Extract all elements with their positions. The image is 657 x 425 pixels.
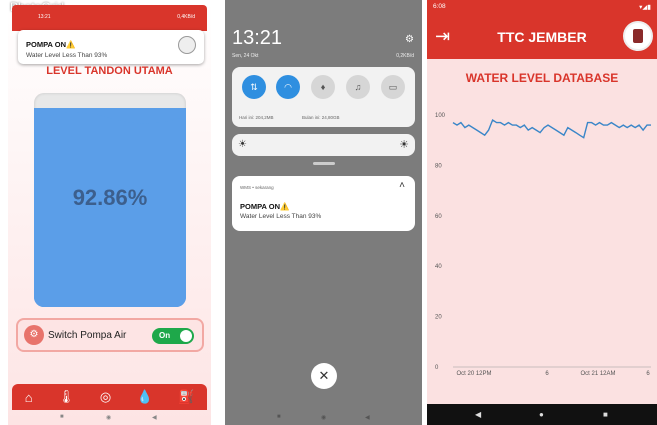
- wifi-icon[interactable]: ◠: [276, 75, 300, 99]
- fuel-icon[interactable]: ⛽: [178, 389, 194, 405]
- gauge-icon[interactable]: ◎: [100, 389, 111, 405]
- page-heading: WATER LEVEL DATABASE: [465, 71, 619, 85]
- logo: [623, 21, 653, 51]
- home-button[interactable]: ●: [539, 410, 544, 419]
- page-title: LEVEL TANDON UTAMA: [46, 65, 173, 77]
- y-tick-label: 20: [435, 315, 442, 321]
- screen-water-database: 6:08 ▾◢▮ ⇥ TTC JEMBER WATER LEVEL DATABA…: [427, 0, 657, 425]
- notification-title: POMPA ON⚠️: [240, 202, 290, 211]
- tank-gauge: 92.86%: [34, 93, 186, 307]
- recents-button[interactable]: ■: [277, 414, 281, 420]
- status-bar: 6:08 ▾◢▮: [427, 0, 657, 14]
- y-tick-label: 60: [435, 214, 442, 220]
- flashlight-icon[interactable]: ♦: [311, 75, 335, 99]
- notification-header: WMS • sekarang: [240, 185, 274, 190]
- pump-switch-card: ⚙ Switch Pompa Air On: [16, 318, 204, 352]
- screenshot-icon[interactable]: ▭: [381, 75, 405, 99]
- y-tick-label: 100: [435, 113, 446, 119]
- shade-date: Sen, 24 Okt: [232, 53, 259, 59]
- heads-up-notification[interactable]: POMPA ON⚠️ Water Level Less Than 93%: [18, 30, 204, 64]
- app-notification[interactable]: WMS • sekarang ˄ POMPA ON⚠️ Water Level …: [232, 176, 415, 231]
- brightness-low-icon: ☀: [238, 139, 247, 150]
- drop-icon[interactable]: 💧: [137, 389, 153, 405]
- status-time: 6:08: [433, 3, 446, 10]
- bell-icon[interactable]: ♫: [346, 75, 370, 99]
- data-toggle-icon[interactable]: ⇅: [242, 75, 266, 99]
- y-tick-label: 0: [435, 365, 439, 371]
- chevron-up-icon[interactable]: ˄: [399, 180, 405, 191]
- series-line: [452, 118, 651, 139]
- pump-toggle[interactable]: On: [152, 328, 194, 344]
- x-tick-label: Oct 21 12AM: [580, 371, 615, 377]
- status-time: 13:21: [38, 14, 51, 20]
- notification-body: Water Level Less Than 93%: [240, 213, 322, 220]
- notification-title: POMPA ON⚠️: [26, 40, 76, 49]
- app-bar: ⇥ TTC JEMBER: [427, 14, 657, 59]
- shade-clock: 13:21: [232, 27, 283, 49]
- pump-icon: ⚙: [24, 325, 44, 345]
- home-icon[interactable]: ⌂: [25, 390, 33, 405]
- shade-handle[interactable]: [313, 162, 335, 165]
- home-button[interactable]: ◉: [321, 414, 326, 421]
- quick-settings: ⇅ ◠ ♦ ♫ ▭ Hari ini: 204,2MB Bulan ini: 2…: [232, 67, 415, 127]
- notification-body: Water Level Less Than 93%: [26, 52, 108, 59]
- system-nav: ■ ◉ ◀: [8, 412, 211, 425]
- switch-label: Switch Pompa Air: [48, 330, 127, 341]
- status-indicators: 0,2KB/d: [396, 53, 414, 59]
- system-nav: ■ ◉ ◀: [225, 412, 422, 425]
- x-tick-label: 6: [646, 371, 650, 377]
- level-percent: 92.86%: [72, 185, 148, 210]
- recents-button[interactable]: ■: [60, 414, 64, 420]
- thermometer-icon[interactable]: 🌡: [58, 389, 75, 405]
- close-icon[interactable]: ✕: [311, 363, 337, 389]
- brightness-slider[interactable]: ☀ ☀: [232, 134, 415, 156]
- screen-notification-shade: 13:21 ⚙ Sen, 24 Okt 0,2KB/d ⇅ ◠ ♦ ♫ ▭ Ha…: [225, 0, 422, 425]
- y-tick-label: 40: [435, 264, 442, 270]
- toggle-knob: [180, 330, 192, 342]
- usage-today: Hari ini: 204,2MB: [239, 115, 274, 120]
- recents-button[interactable]: ■: [603, 410, 608, 419]
- brightness-high-icon: ☀: [399, 139, 409, 151]
- usage-month: Bulan ini: 24,80GB: [302, 115, 340, 120]
- x-tick-label: Oct 20 12PM: [456, 371, 491, 377]
- battery-icon: ▾◢▮: [639, 4, 651, 11]
- water-level-chart: 0 20 40 60 80 100 Oct 20 12PM 6 Oct 21 12AM 6: [435, 113, 651, 377]
- bottom-nav: ⌂ 🌡 ◎ 💧 ⛽: [12, 384, 207, 410]
- gear-icon[interactable]: ⚙: [405, 34, 414, 45]
- back-button[interactable]: ◀: [475, 410, 481, 419]
- toggle-label: On: [159, 331, 171, 340]
- y-tick-label: 80: [435, 163, 442, 169]
- avatar: [178, 36, 196, 54]
- system-nav: ◀ ● ■: [427, 404, 657, 425]
- back-button[interactable]: ◀: [365, 414, 370, 421]
- status-indicators: 0,4KB/d: [177, 14, 195, 20]
- screen-tank-level: PhotoGrid 13:21 0,4KB/d POMPA ON⚠️ Water…: [8, 0, 211, 425]
- x-tick-label: 6: [545, 371, 549, 377]
- status-bar: 13:21 0,4KB/d: [12, 5, 207, 31]
- back-button[interactable]: ◀: [152, 414, 157, 421]
- home-button[interactable]: ◉: [106, 414, 111, 421]
